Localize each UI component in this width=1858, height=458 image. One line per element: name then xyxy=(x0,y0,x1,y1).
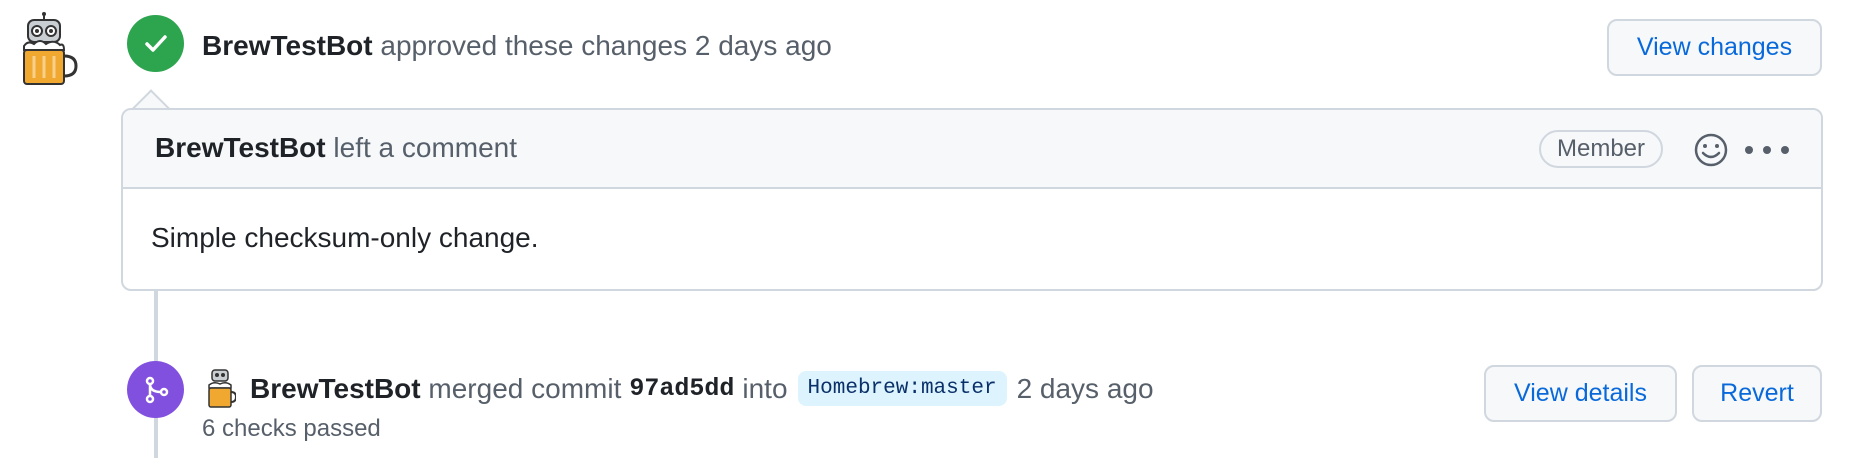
kebab-horizontal-icon xyxy=(1745,146,1753,154)
comment-action: left a comment xyxy=(333,132,518,163)
merge-summary: BrewTestBot merged commit 97ad5dd into H… xyxy=(250,371,1154,406)
review-author-link[interactable]: BrewTestBot xyxy=(202,30,373,61)
merge-into: into xyxy=(742,372,788,404)
avatar[interactable] xyxy=(18,12,78,90)
view-details-button[interactable]: View details xyxy=(1484,365,1677,422)
checks-status[interactable]: 6 checks passed xyxy=(202,415,381,443)
brewtestbot-avatar-icon xyxy=(23,12,78,85)
merge-action: merged commit xyxy=(428,372,622,404)
merger-avatar[interactable] xyxy=(206,368,238,410)
approved-badge xyxy=(127,15,184,72)
add-reaction-button[interactable] xyxy=(1691,130,1731,170)
git-merge-icon xyxy=(145,376,168,403)
merged-badge xyxy=(127,361,184,418)
comment-box: BrewTestBot left a comment Member Simple… xyxy=(121,108,1823,291)
comment-header-text: BrewTestBot left a comment xyxy=(155,132,517,164)
member-badge: Member xyxy=(1539,130,1664,168)
comment-header: BrewTestBot left a comment Member xyxy=(123,110,1821,189)
comment-body: Simple checksum-only change. xyxy=(151,222,539,253)
review-summary: BrewTestBot approved these changes 2 day… xyxy=(202,30,832,62)
smiley-icon xyxy=(1694,133,1728,167)
more-options-button[interactable] xyxy=(1745,130,1789,170)
brewtestbot-avatar-icon xyxy=(208,369,238,408)
commit-sha-link[interactable]: 97ad5dd xyxy=(629,374,734,403)
revert-button[interactable]: Revert xyxy=(1692,365,1822,422)
view-changes-button[interactable]: View changes xyxy=(1607,19,1822,76)
comment-author-link[interactable]: BrewTestBot xyxy=(155,132,326,163)
review-action: approved these changes xyxy=(380,30,688,61)
check-icon xyxy=(144,34,167,52)
merge-author-link[interactable]: BrewTestBot xyxy=(250,373,421,405)
merge-time[interactable]: 2 days ago xyxy=(1017,373,1154,405)
base-branch[interactable]: Homebrew:master xyxy=(797,371,1007,406)
review-time[interactable]: 2 days ago xyxy=(695,30,832,61)
